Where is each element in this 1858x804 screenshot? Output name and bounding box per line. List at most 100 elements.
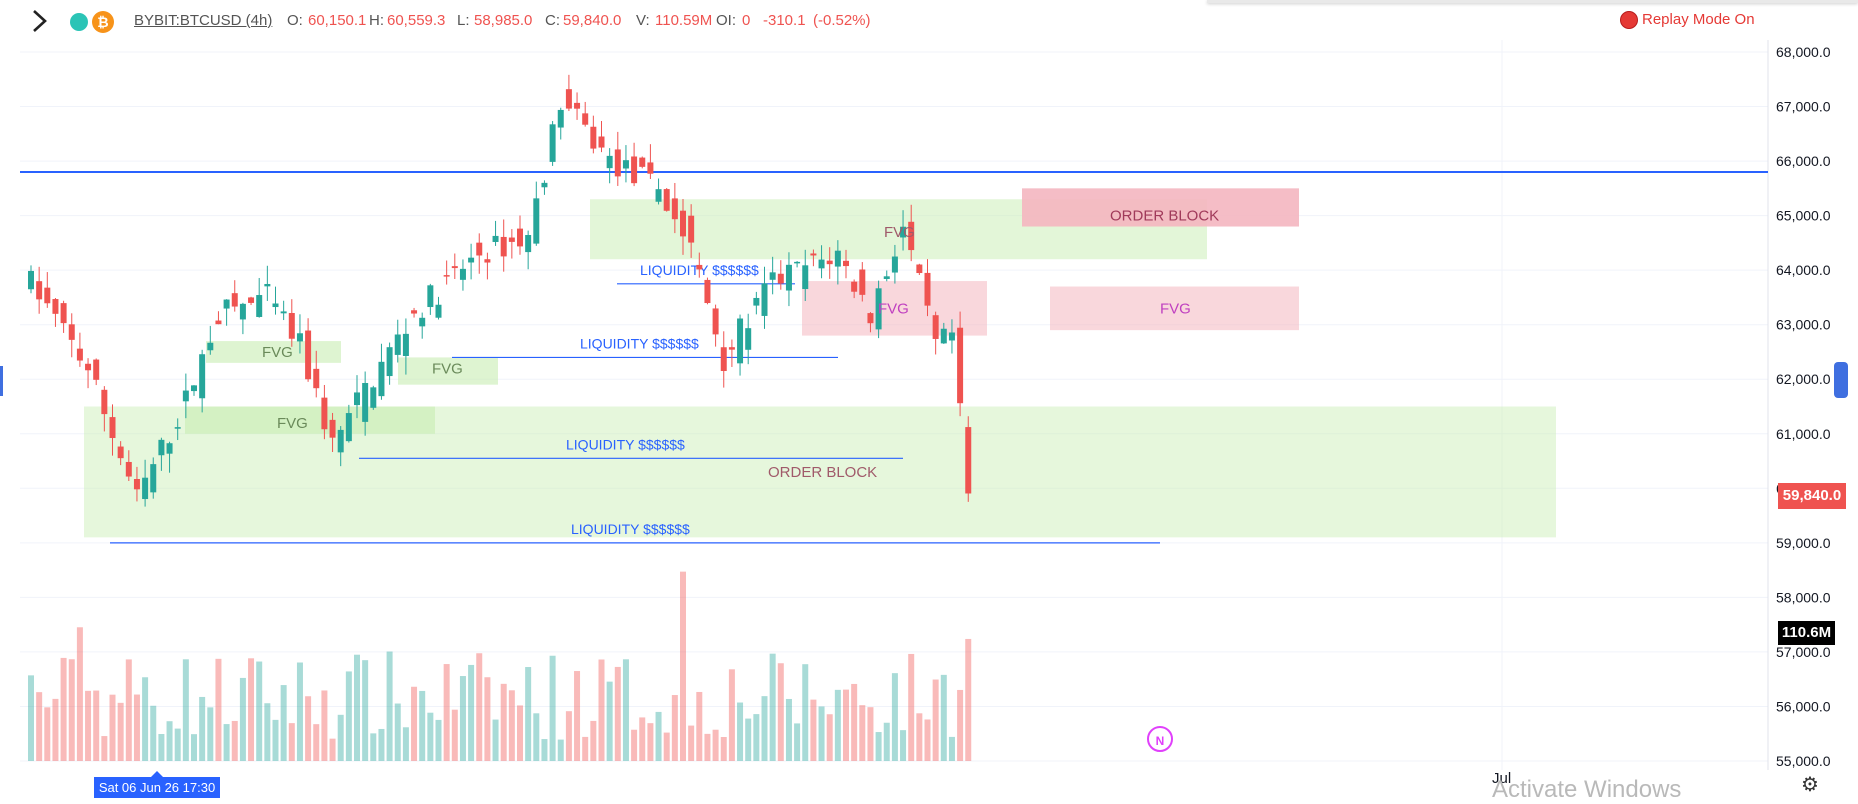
bear-candle[interactable] bbox=[44, 287, 51, 304]
bull-candle[interactable] bbox=[354, 392, 360, 406]
bear-candle[interactable] bbox=[231, 293, 238, 307]
bull-candle[interactable] bbox=[785, 264, 792, 291]
bear-candle[interactable] bbox=[851, 281, 858, 292]
bull-candle[interactable] bbox=[622, 160, 629, 169]
bear-candle[interactable] bbox=[867, 313, 874, 324]
bull-candle[interactable] bbox=[345, 413, 352, 442]
bull-candle[interactable] bbox=[386, 347, 393, 377]
bear-candle[interactable] bbox=[663, 189, 670, 211]
bear-candle[interactable] bbox=[614, 149, 621, 177]
replay-mode-label[interactable]: Replay Mode On bbox=[1642, 11, 1755, 28]
price-chart[interactable]: 68,000.0 67,000.0 66,000.0 65,000.0 64,000.0… bbox=[0, 0, 1858, 798]
bull-candle[interactable] bbox=[541, 182, 548, 188]
bear-candle[interactable] bbox=[60, 303, 67, 324]
bull-candle[interactable] bbox=[533, 198, 540, 244]
bear-candle[interactable] bbox=[500, 236, 507, 257]
bear-candle[interactable] bbox=[101, 389, 108, 415]
bear-candle[interactable] bbox=[288, 312, 295, 339]
bull-candle[interactable] bbox=[883, 276, 890, 279]
bear-candle[interactable] bbox=[688, 215, 695, 243]
bull-candle[interactable] bbox=[272, 303, 279, 308]
bear-candle[interactable] bbox=[517, 228, 523, 247]
bull-candle[interactable] bbox=[435, 304, 442, 318]
bear-candle[interactable] bbox=[639, 157, 646, 167]
bull-candle[interactable] bbox=[166, 443, 173, 454]
bull-candle[interactable] bbox=[337, 429, 344, 453]
bear-candle[interactable] bbox=[704, 279, 711, 304]
bull-candle[interactable] bbox=[834, 250, 841, 267]
bull-candle[interactable] bbox=[378, 361, 385, 397]
bull-candle[interactable] bbox=[761, 283, 768, 316]
bull-candle[interactable] bbox=[606, 155, 613, 169]
left-panel-handle[interactable] bbox=[0, 366, 3, 396]
bull-candle[interactable] bbox=[264, 283, 271, 287]
bull-candle[interactable] bbox=[370, 387, 377, 408]
settings-icon[interactable]: ⚙ bbox=[1800, 775, 1820, 795]
symbol-label[interactable]: BYBIT:BTCUSD (4h) bbox=[134, 12, 272, 29]
bull-candle[interactable] bbox=[802, 265, 809, 290]
bull-candle[interactable] bbox=[419, 317, 426, 327]
bear-candle[interactable] bbox=[484, 259, 491, 263]
bear-candle[interactable] bbox=[680, 210, 686, 237]
bull-candle[interactable] bbox=[753, 297, 760, 306]
bear-candle[interactable] bbox=[305, 330, 312, 380]
bull-candle[interactable] bbox=[557, 109, 564, 128]
bear-candle[interactable] bbox=[932, 315, 939, 339]
bear-candle[interactable] bbox=[810, 253, 817, 256]
bull-candle[interactable] bbox=[296, 333, 303, 342]
bear-candle[interactable] bbox=[68, 324, 75, 340]
bull-candle[interactable] bbox=[459, 268, 466, 280]
bear-candle[interactable] bbox=[720, 347, 727, 372]
bull-candle[interactable] bbox=[737, 318, 744, 364]
bull-candle[interactable] bbox=[745, 328, 752, 350]
bull-candle[interactable] bbox=[223, 299, 230, 309]
bear-candle[interactable] bbox=[476, 242, 483, 256]
bear-candle[interactable] bbox=[843, 260, 849, 267]
bull-candle[interactable] bbox=[427, 285, 434, 308]
bull-candle[interactable] bbox=[28, 270, 34, 290]
bear-candle[interactable] bbox=[117, 446, 124, 459]
bull-candle[interactable] bbox=[142, 477, 149, 500]
scale-drag-handle[interactable] bbox=[1834, 362, 1848, 398]
bull-candle[interactable] bbox=[362, 382, 369, 422]
bull-candle[interactable] bbox=[794, 261, 801, 264]
bear-candle[interactable] bbox=[36, 281, 43, 300]
bear-candle[interactable] bbox=[598, 136, 605, 148]
bear-candle[interactable] bbox=[85, 363, 92, 371]
bear-candle[interactable] bbox=[826, 260, 833, 265]
bull-candle[interactable] bbox=[256, 295, 263, 317]
bull-candle[interactable] bbox=[655, 189, 662, 202]
bear-candle[interactable] bbox=[590, 126, 597, 149]
bear-candle[interactable] bbox=[93, 359, 100, 380]
bear-candle[interactable] bbox=[565, 89, 572, 109]
bull-candle[interactable] bbox=[207, 342, 214, 351]
bear-candle[interactable] bbox=[125, 461, 132, 477]
bear-candle[interactable] bbox=[411, 310, 418, 314]
bull-candle[interactable] bbox=[891, 256, 898, 273]
bear-candle[interactable] bbox=[508, 237, 515, 242]
bull-candle[interactable] bbox=[769, 272, 776, 280]
bear-candle[interactable] bbox=[647, 162, 654, 174]
bear-candle[interactable] bbox=[76, 348, 83, 361]
bull-candle[interactable] bbox=[280, 311, 287, 314]
bear-candle[interactable] bbox=[133, 479, 140, 490]
bear-candle[interactable] bbox=[957, 327, 964, 404]
bull-candle[interactable] bbox=[191, 385, 197, 392]
bear-candle[interactable] bbox=[696, 264, 703, 270]
bear-candle[interactable] bbox=[451, 266, 458, 269]
bear-candle[interactable] bbox=[924, 272, 931, 306]
bear-candle[interactable] bbox=[777, 273, 784, 284]
bear-candle[interactable] bbox=[215, 320, 222, 325]
bear-candle[interactable] bbox=[712, 308, 719, 335]
bear-candle[interactable] bbox=[631, 156, 638, 184]
bull-candle[interactable] bbox=[239, 303, 246, 320]
bull-candle[interactable] bbox=[468, 257, 475, 263]
bear-candle[interactable] bbox=[728, 347, 735, 350]
bear-candle[interactable] bbox=[52, 299, 59, 314]
bull-candle[interactable] bbox=[199, 354, 206, 399]
bull-candle[interactable] bbox=[150, 464, 157, 493]
bear-candle[interactable] bbox=[671, 198, 678, 220]
bull-candle[interactable] bbox=[174, 427, 181, 429]
bear-candle[interactable] bbox=[313, 368, 320, 389]
news-badge[interactable]: N bbox=[1147, 726, 1173, 752]
